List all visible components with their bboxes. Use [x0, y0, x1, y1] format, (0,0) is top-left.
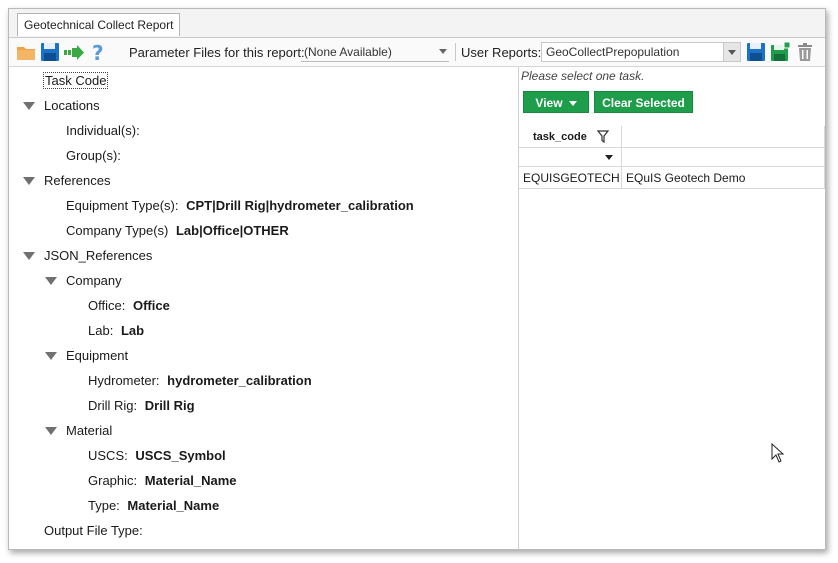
- equipment-types-label: Equipment Type(s):: [66, 198, 179, 213]
- select-task-hint: Please select one task.: [521, 69, 645, 83]
- equipment-types-value: CPT|Drill Rig|hydrometer_calibration: [186, 198, 414, 213]
- parameter-files-value: (None Available): [304, 45, 392, 59]
- locations-node[interactable]: Locations: [44, 96, 100, 116]
- caret-down-icon: [568, 101, 577, 107]
- collapse-triangle-icon[interactable]: [45, 427, 57, 435]
- collapse-triangle-icon[interactable]: [45, 352, 57, 360]
- user-reports-value: GeoCollectPrepopulation: [546, 45, 680, 59]
- uscs-item[interactable]: USCS: USCS_Symbol: [88, 446, 226, 466]
- uscs-value: USCS_Symbol: [135, 448, 226, 463]
- toolbar-separator: [455, 43, 456, 61]
- lab-label: Lab:: [88, 323, 114, 338]
- equipment-types-item[interactable]: Equipment Type(s): CPT|Drill Rig|hydrome…: [66, 196, 414, 216]
- lab-value: Lab: [120, 323, 145, 338]
- grid-empty-area: [519, 130, 825, 490]
- json-references-node[interactable]: JSON_References: [44, 246, 152, 266]
- office-label: Office:: [88, 298, 126, 313]
- clear-selected-button[interactable]: Clear Selected: [594, 91, 693, 113]
- hydrometer-value: hydrometer_calibration: [167, 373, 312, 388]
- help-icon[interactable]: ?: [87, 41, 109, 65]
- open-folder-icon[interactable]: [15, 41, 37, 63]
- svg-text:?: ?: [92, 41, 104, 63]
- task-code-label: Task Code: [43, 72, 109, 89]
- chevron-down-icon: [439, 49, 447, 54]
- groups-label[interactable]: Group(s):: [66, 146, 121, 166]
- task-code-item[interactable]: Task Code: [43, 71, 109, 91]
- user-reports-label: User Reports:: [461, 45, 542, 60]
- graphic-label: Graphic:: [88, 473, 138, 488]
- collapse-triangle-icon[interactable]: [23, 177, 35, 185]
- trash-icon[interactable]: [794, 41, 816, 63]
- company-types-item[interactable]: Company Type(s) Lab|Office|OTHER: [66, 221, 289, 241]
- collapse-triangle-icon[interactable]: [23, 102, 35, 110]
- save-as-report-icon[interactable]: [769, 41, 791, 63]
- office-value: Office: [132, 298, 170, 313]
- hydrometer-item[interactable]: Hydrometer: hydrometer_calibration: [88, 371, 312, 391]
- references-node[interactable]: References: [44, 171, 110, 191]
- save-report-icon[interactable]: [745, 41, 767, 63]
- lab-item[interactable]: Lab: Lab: [88, 321, 144, 341]
- mouse-cursor-icon: [771, 443, 785, 463]
- office-item[interactable]: Office: Office: [88, 296, 170, 316]
- run-arrow-icon[interactable]: [63, 41, 85, 63]
- tab-strip: Geotechnical Collect Report: [9, 9, 825, 38]
- view-button-label: View: [535, 96, 563, 110]
- task-selection-panel: Please select one task. View Clear Selec…: [519, 67, 825, 549]
- company-node[interactable]: Company: [66, 271, 122, 291]
- graphic-item[interactable]: Graphic: Material_Name: [88, 471, 237, 491]
- toolbar: ? Parameter Files for this report: (None…: [9, 38, 825, 67]
- material-node[interactable]: Material: [66, 421, 112, 441]
- tab-geotechnical-collect-report[interactable]: Geotechnical Collect Report: [17, 13, 181, 36]
- equipment-node[interactable]: Equipment: [66, 346, 128, 366]
- graphic-value: Material_Name: [144, 473, 237, 488]
- output-file-type-label[interactable]: Output File Type:: [44, 521, 143, 541]
- collapse-triangle-icon[interactable]: [23, 252, 35, 260]
- collapse-triangle-icon[interactable]: [45, 277, 57, 285]
- hydrometer-label: Hydrometer:: [88, 373, 160, 388]
- type-item[interactable]: Type: Material_Name: [88, 496, 219, 516]
- parameter-tree: Task Code Locations Individual(s): Group…: [9, 67, 518, 549]
- user-reports-dropdown[interactable]: GeoCollectPrepopulation: [541, 42, 741, 62]
- save-icon[interactable]: [39, 41, 61, 63]
- report-window: Geotechnical Collect Report ? Parameter …: [8, 8, 826, 550]
- drill-rig-label: Drill Rig:: [88, 398, 138, 413]
- individuals-label[interactable]: Individual(s):: [66, 121, 140, 141]
- view-button[interactable]: View: [523, 91, 589, 113]
- dropdown-arrow-icon[interactable]: [723, 43, 740, 61]
- parameter-files-label: Parameter Files for this report:: [129, 45, 305, 60]
- uscs-label: USCS:: [88, 448, 128, 463]
- drill-rig-item[interactable]: Drill Rig: Drill Rig: [88, 396, 195, 416]
- company-types-value: Lab|Office|OTHER: [175, 223, 289, 238]
- type-value: Material_Name: [127, 498, 220, 513]
- company-types-label: Company Type(s): [66, 223, 169, 238]
- parameter-files-dropdown[interactable]: (None Available): [301, 42, 449, 62]
- drill-rig-value: Drill Rig: [144, 398, 195, 413]
- type-label: Type:: [88, 498, 120, 513]
